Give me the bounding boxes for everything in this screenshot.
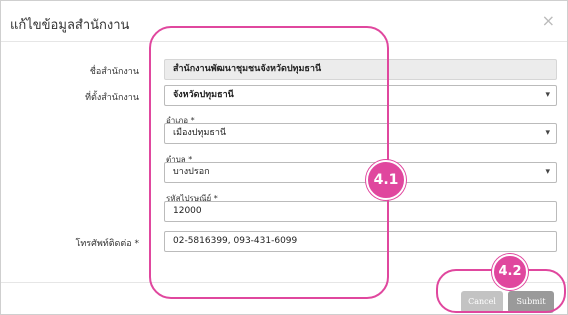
modal-title: แก้ไขข้อมูลสำนักงาน: [10, 18, 130, 33]
highlight-form-area: [149, 26, 389, 299]
phone-label: โทรศัพท์ติดต่อ *: [75, 239, 139, 249]
step-badge-4-2: 4.2: [492, 254, 528, 290]
close-icon[interactable]: ×: [542, 11, 555, 30]
office-location-label: ที่ตั้งสำนักงาน: [85, 93, 139, 103]
step-badge-4-1: 4.1: [366, 160, 406, 200]
office-name-label: ชื่อสำนักงาน: [89, 67, 139, 77]
